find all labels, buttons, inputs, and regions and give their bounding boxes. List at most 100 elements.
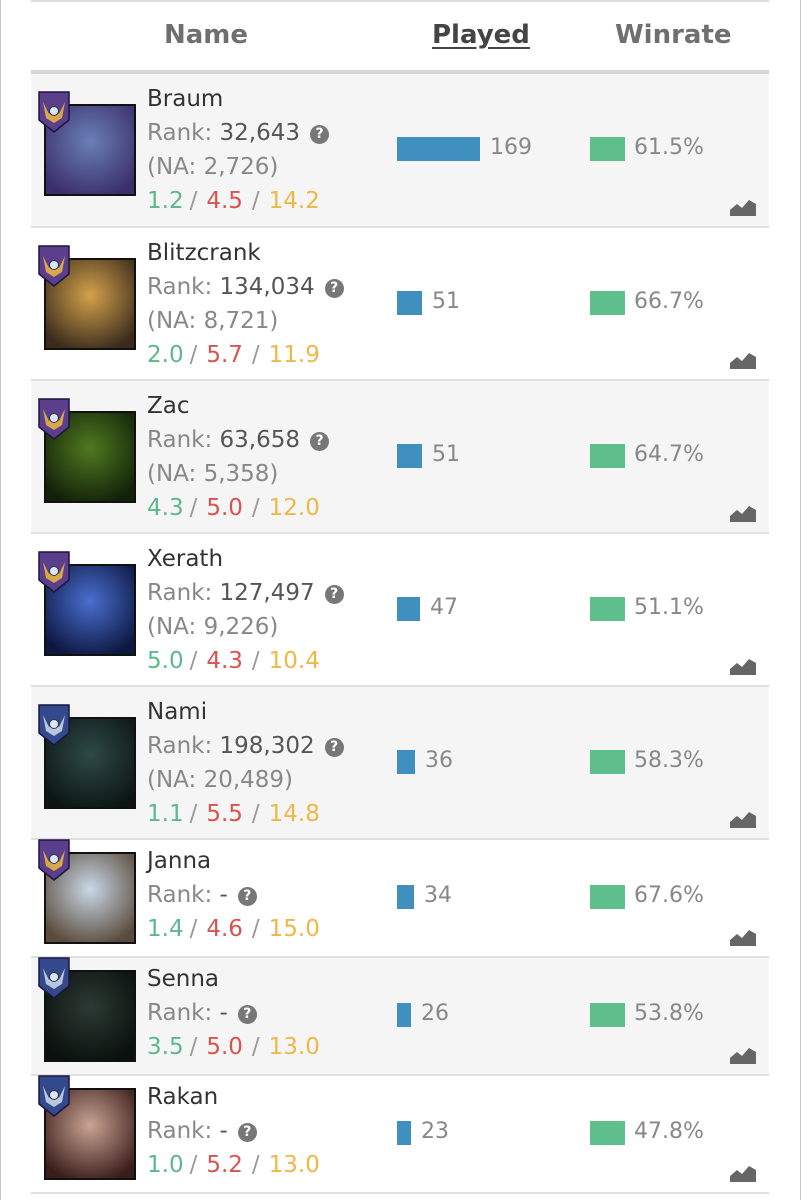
played-bar xyxy=(397,1121,411,1145)
rank-value: 134,034 xyxy=(219,274,315,300)
winrate-bar xyxy=(590,885,625,909)
na-rank: (NA: 8,721) xyxy=(147,308,279,334)
played-count: 36 xyxy=(425,747,453,773)
kda-separator: / xyxy=(189,801,198,827)
rank-text: Rank: 32,643? xyxy=(147,120,330,146)
header-winrate[interactable]: Winrate xyxy=(615,20,732,50)
winrate-value: 47.8% xyxy=(634,1119,704,1144)
help-icon[interactable]: ? xyxy=(324,279,344,298)
help-icon[interactable]: ? xyxy=(324,585,344,604)
winrate-bar xyxy=(590,1121,625,1145)
trend-chart-icon[interactable] xyxy=(730,504,756,522)
table-row[interactable]: Blitzcrank Rank: 134,034? (NA: 8,721) 2.0/5… xyxy=(31,228,769,381)
rank-label: Rank: xyxy=(147,427,220,453)
rank-label: Rank: xyxy=(147,120,220,146)
champion-name[interactable]: Janna xyxy=(147,848,211,874)
help-icon[interactable]: ? xyxy=(324,738,344,757)
kda-separator: / xyxy=(189,342,198,368)
assists-value: 10.4 xyxy=(268,648,320,674)
kills-value: 1.4 xyxy=(147,916,184,942)
trend-chart-icon[interactable] xyxy=(730,810,756,828)
deaths-value: 5.2 xyxy=(206,1152,243,1178)
table-row[interactable]: Senna Rank: -? 3.5/5.0/13.0 26 53.8% xyxy=(31,957,769,1076)
champion-stats-table: Name Played Winrate Braum Rank: 32,643? (N… xyxy=(0,0,801,1200)
winrate-value: 53.8% xyxy=(634,1001,704,1026)
trend-chart-icon[interactable] xyxy=(730,928,756,946)
table-row[interactable]: Nami Rank: 198,302? (NA: 20,489) 1.1/5.5/14… xyxy=(31,687,769,840)
kda-stats: 1.1/5.5/14.8 xyxy=(147,801,320,827)
kda-separator: / xyxy=(189,916,198,942)
played-bar xyxy=(397,1003,411,1027)
left-border xyxy=(0,0,1,1200)
trend-chart-icon[interactable] xyxy=(730,657,756,675)
kda-stats: 2.0/5.7/11.9 xyxy=(147,342,320,368)
deaths-value: 4.3 xyxy=(206,648,243,674)
kda-stats: 4.3/5.0/12.0 xyxy=(147,495,320,521)
header-played[interactable]: Played xyxy=(432,20,530,50)
kda-separator: / xyxy=(251,916,260,942)
trend-chart-icon[interactable] xyxy=(730,198,756,216)
kills-value: 1.0 xyxy=(147,1152,184,1178)
kda-separator: / xyxy=(189,1152,198,1178)
played-bar xyxy=(397,290,422,315)
trend-chart-icon[interactable] xyxy=(730,1164,756,1182)
help-icon[interactable]: ? xyxy=(310,432,330,451)
kda-separator: / xyxy=(251,1152,260,1178)
kills-value: 3.5 xyxy=(147,1034,184,1060)
blue-emblem-icon xyxy=(35,1074,73,1118)
assists-value: 15.0 xyxy=(268,916,320,942)
na-rank: (NA: 20,489) xyxy=(147,767,294,793)
played-bar xyxy=(397,596,420,621)
kills-value: 2.0 xyxy=(147,342,184,368)
played-count: 51 xyxy=(432,441,460,467)
kda-separator: / xyxy=(189,648,198,674)
winrate-bar xyxy=(590,290,625,315)
help-icon[interactable]: ? xyxy=(237,1005,257,1024)
champion-name[interactable]: Rakan xyxy=(147,1084,218,1110)
header-name[interactable]: Name xyxy=(164,20,248,50)
champion-name[interactable]: Braum xyxy=(147,86,223,112)
purple-emblem-icon xyxy=(35,244,73,288)
rank-label: Rank: xyxy=(147,274,220,300)
rank-value: 127,497 xyxy=(219,580,315,606)
kda-stats: 3.5/5.0/13.0 xyxy=(147,1034,320,1060)
table-row[interactable]: Zac Rank: 63,658? (NA: 5,358) 4.3/5.0/12.0 5… xyxy=(31,381,769,534)
table-row[interactable]: Braum Rank: 32,643? (NA: 2,726) 1.2/4.5/14.… xyxy=(31,74,769,228)
kda-stats: 5.0/4.3/10.4 xyxy=(147,648,320,674)
champion-name[interactable]: Nami xyxy=(147,699,207,725)
champion-name[interactable]: Zac xyxy=(147,393,190,419)
na-rank: (NA: 9,226) xyxy=(147,614,279,640)
table-row[interactable]: Xerath Rank: 127,497? (NA: 9,226) 5.0/4.3/1… xyxy=(31,534,769,687)
played-count: 34 xyxy=(424,883,452,908)
winrate-value: 66.7% xyxy=(634,288,704,314)
rank-text: Rank: 127,497? xyxy=(147,580,344,606)
purple-emblem-icon xyxy=(35,838,73,882)
kills-value: 1.1 xyxy=(147,801,184,827)
trend-chart-icon[interactable] xyxy=(730,1046,756,1064)
table-row[interactable]: Janna Rank: -? 1.4/4.6/15.0 34 67.6% xyxy=(31,838,769,958)
table-row[interactable]: Rakan Rank: -? 1.0/5.2/13.0 23 47.8% xyxy=(31,1074,769,1194)
kda-stats: 1.0/5.2/13.0 xyxy=(147,1152,320,1178)
deaths-value: 5.0 xyxy=(206,1034,243,1060)
deaths-value: 5.0 xyxy=(206,495,243,521)
champion-name[interactable]: Senna xyxy=(147,966,219,992)
played-count: 51 xyxy=(432,288,460,314)
kills-value: 1.2 xyxy=(147,188,184,214)
kda-stats: 1.2/4.5/14.2 xyxy=(147,188,320,214)
rank-text: Rank: 63,658? xyxy=(147,427,330,453)
rank-value: - xyxy=(219,1000,228,1026)
assists-value: 13.0 xyxy=(268,1152,320,1178)
help-icon[interactable]: ? xyxy=(237,1123,257,1142)
help-icon[interactable]: ? xyxy=(237,887,257,906)
kda-separator: / xyxy=(251,801,260,827)
champion-name[interactable]: Blitzcrank xyxy=(147,240,261,266)
na-rank: (NA: 2,726) xyxy=(147,154,279,180)
champion-name[interactable]: Xerath xyxy=(147,546,223,572)
help-icon[interactable]: ? xyxy=(310,125,330,144)
assists-value: 13.0 xyxy=(268,1034,320,1060)
played-bar xyxy=(397,885,414,909)
kda-stats: 1.4/4.6/15.0 xyxy=(147,916,320,942)
rank-label: Rank: xyxy=(147,882,220,908)
trend-chart-icon[interactable] xyxy=(730,351,756,369)
kills-value: 4.3 xyxy=(147,495,184,521)
